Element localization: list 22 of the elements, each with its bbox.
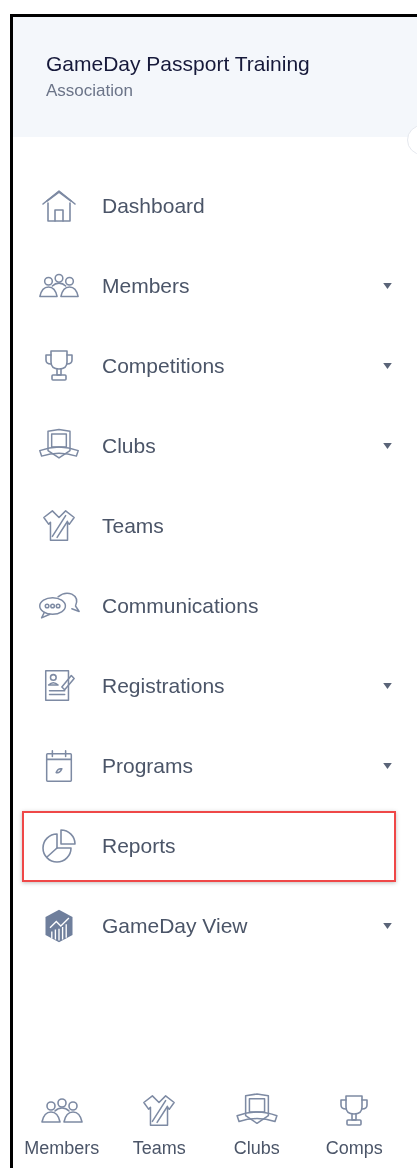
bottom-nav-item[interactable]: Comps bbox=[305, 1093, 403, 1162]
menu-item[interactable]: Communications bbox=[22, 570, 396, 642]
menu-item[interactable]: Dashboard bbox=[22, 170, 396, 242]
menu-item[interactable]: Clubs bbox=[22, 410, 396, 482]
bottom-nav-item[interactable]: Teams bbox=[110, 1093, 208, 1162]
menu-item[interactable]: Competitions bbox=[22, 330, 396, 402]
menu-item[interactable]: Reports bbox=[22, 810, 396, 882]
bottom-nav-item[interactable]: Members bbox=[13, 1093, 111, 1162]
menu-item[interactable]: Registrations bbox=[22, 650, 396, 722]
organisation-name: GameDay Passport Training bbox=[46, 51, 311, 77]
organisation-type: Association bbox=[46, 80, 134, 102]
caret-icon bbox=[383, 283, 392, 289]
caret-icon bbox=[383, 923, 392, 929]
menu-item[interactable]: GameDay View bbox=[22, 890, 396, 962]
caret-icon bbox=[383, 683, 392, 689]
menu-item[interactable]: Programs bbox=[22, 730, 396, 802]
bottom-nav-item[interactable]: Clubs bbox=[208, 1093, 306, 1162]
caret-icon bbox=[383, 443, 392, 449]
caret-icon bbox=[383, 763, 392, 769]
menu-item[interactable]: Members bbox=[22, 250, 396, 322]
caret-icon bbox=[383, 363, 392, 369]
menu-item[interactable]: Teams bbox=[22, 490, 396, 562]
